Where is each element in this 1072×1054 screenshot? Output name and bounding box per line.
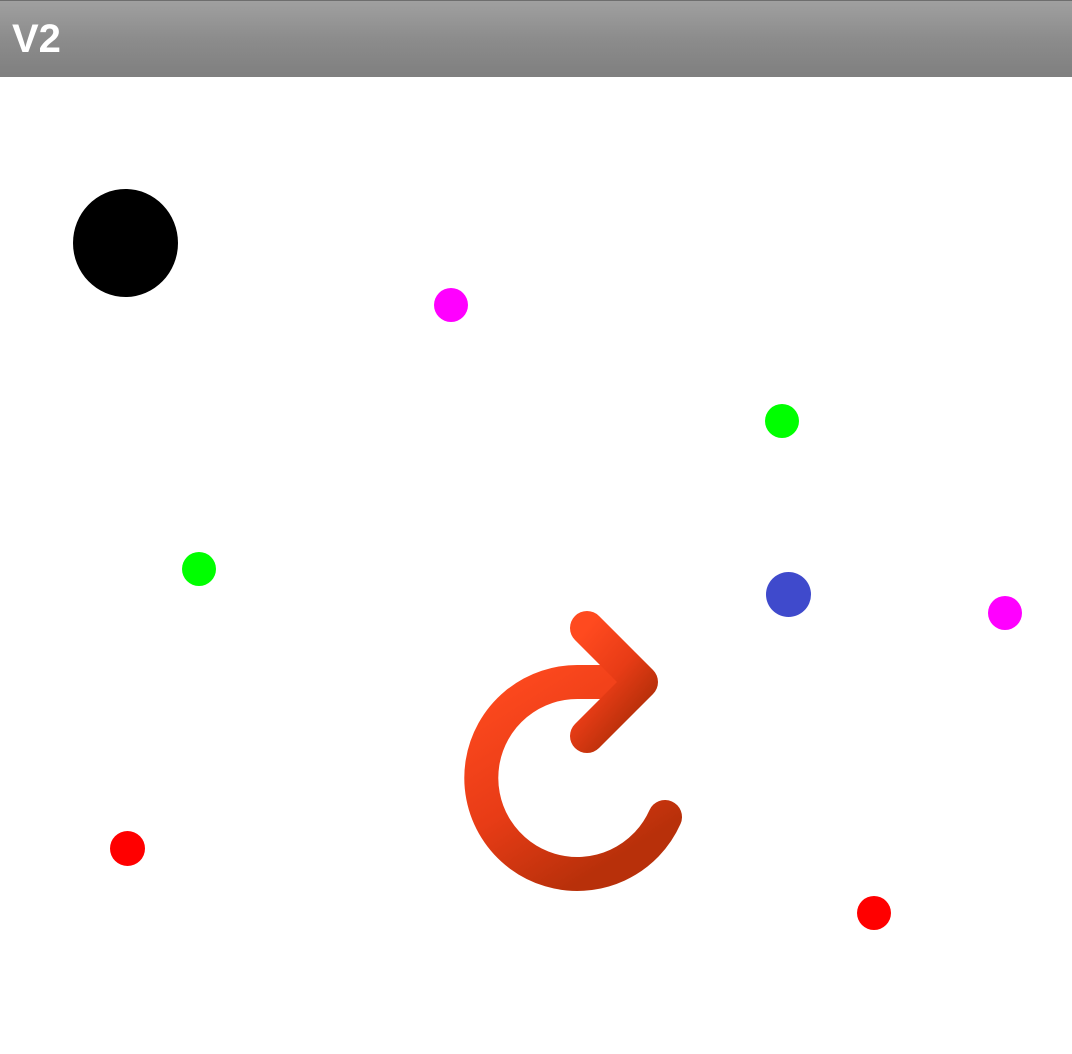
title-bar: V2 — [0, 0, 1072, 77]
magenta-dot — [434, 288, 468, 322]
green-dot — [182, 552, 216, 586]
game-area[interactable] — [0, 77, 1072, 1054]
restart-button[interactable] — [456, 604, 692, 900]
red-dot — [110, 831, 145, 866]
magenta-dot — [988, 596, 1022, 630]
player-ball — [73, 189, 178, 297]
app-title: V2 — [12, 17, 61, 61]
green-dot — [765, 404, 799, 438]
restart-icon — [464, 611, 682, 891]
blue-dot — [766, 572, 811, 617]
red-dot — [857, 896, 891, 930]
